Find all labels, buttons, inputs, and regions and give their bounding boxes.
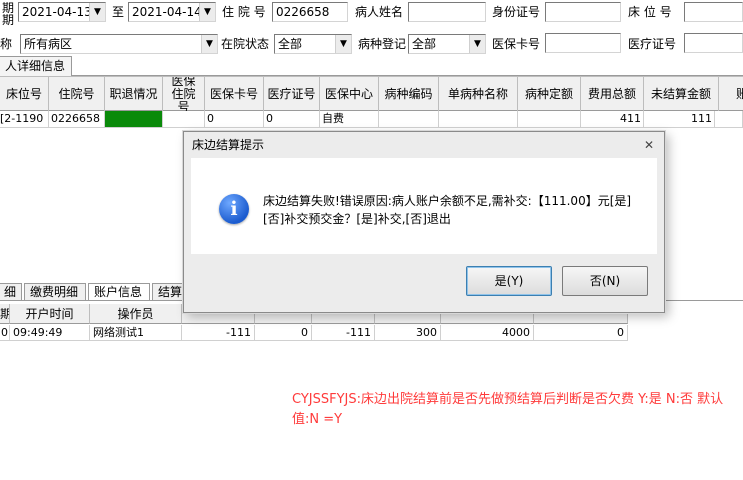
- bottom-col-period[interactable]: 期: [0, 304, 10, 324]
- in-hospital-status-label: 在院状态: [221, 37, 270, 51]
- insurance-card-input[interactable]: [545, 33, 621, 53]
- col-insurance-inpatient-no[interactable]: 医保住院号: [163, 77, 205, 111]
- bottom-cell-operator: 网络测试1: [90, 325, 182, 341]
- col-medical-cert[interactable]: 医疗证号: [264, 77, 320, 111]
- date-to-value: 2021-04-14: [132, 5, 202, 19]
- tab-payment-detail[interactable]: 缴费明细: [24, 283, 86, 301]
- col-insurance-center[interactable]: 医保中心: [320, 77, 379, 111]
- cell-disease-code: [379, 111, 439, 127]
- bottom-cell-v5: 4000: [441, 325, 534, 341]
- cell-total-fee: 411: [581, 111, 644, 127]
- cell-account: [715, 111, 743, 127]
- bottom-cell-period: 0: [0, 325, 10, 341]
- cell-bed-value: 2-1190: [4, 112, 44, 125]
- ward-value: 所有病区: [24, 37, 73, 51]
- bottom-cell-v4: 300: [375, 325, 441, 341]
- settlement-dialog: 床边结算提示 ✕ i 床边结算失败!错误原因:病人账户余额不足,需补交:【111…: [183, 131, 665, 313]
- cell-medical-cert: 0: [264, 111, 320, 127]
- config-note: CYJSSFYJS:床边出院结算前是否先做预结算后判断是否欠费 Y:是 N:否 …: [292, 392, 724, 427]
- cell-insurance-inpatient-no: [163, 111, 205, 127]
- disease-reg-select[interactable]: 全部 ▼: [408, 34, 486, 54]
- col-disease-code[interactable]: 病种编码: [379, 77, 439, 111]
- disease-reg-value: 全部: [412, 37, 437, 51]
- tab-detail[interactable]: 细: [0, 283, 22, 301]
- date-from-picker[interactable]: 2021-04-13 ▼: [18, 2, 106, 22]
- ward-label: 称: [0, 37, 13, 51]
- bed-no-input[interactable]: [684, 2, 743, 22]
- tab-patient-detail[interactable]: 人详细信息: [0, 56, 73, 76]
- dialog-title[interactable]: 床边结算提示: [184, 132, 664, 158]
- id-card-label: 身份证号: [492, 5, 541, 19]
- col-retire-status[interactable]: 职退情况: [105, 77, 163, 111]
- col-total-fee[interactable]: 费用总额: [581, 77, 644, 111]
- tab-account-info[interactable]: 账户信息: [88, 283, 150, 301]
- in-hospital-status-value: 全部: [278, 37, 303, 51]
- date-from-value: 2021-04-13: [22, 5, 92, 19]
- bottom-cell-v1: -111: [182, 325, 255, 341]
- cell-single-disease-name: [439, 111, 518, 127]
- to-label: 至: [112, 5, 125, 19]
- col-bed[interactable]: 床位号: [0, 77, 49, 111]
- date-to-picker[interactable]: 2021-04-14 ▼: [128, 2, 216, 22]
- cell-insurance-center: 自费: [320, 111, 379, 127]
- medical-cert-input[interactable]: [684, 33, 743, 53]
- bottom-cell-v6: 0: [534, 325, 628, 341]
- disease-reg-label: 病种登记: [358, 37, 407, 51]
- col-account[interactable]: 账: [719, 77, 743, 111]
- cell-disease-quota: [518, 111, 581, 127]
- medical-cert-label: 医疗证号: [628, 37, 677, 51]
- dialog-message: 床边结算失败!错误原因:病人账户余额不足,需补交:【111.00】元[是][否]…: [263, 194, 632, 226]
- id-card-input[interactable]: [545, 2, 621, 22]
- chevron-down-icon[interactable]: ▼: [199, 3, 215, 21]
- chevron-down-icon[interactable]: ▼: [469, 35, 485, 53]
- no-button[interactable]: 否(N): [562, 266, 648, 296]
- ward-select[interactable]: 所有病区 ▼: [20, 34, 218, 54]
- col-unsettled[interactable]: 未结算金额: [644, 77, 719, 111]
- dialog-body: i 床边结算失败!错误原因:病人账户余额不足,需补交:【111.00】元[是][…: [191, 158, 657, 254]
- inpatient-no-label: 住 院 号: [222, 5, 266, 19]
- col-insurance-card[interactable]: 医保卡号: [205, 77, 264, 111]
- insurance-card-label: 医保卡号: [492, 37, 541, 51]
- cell-retire-status: [105, 111, 163, 127]
- col-disease-quota[interactable]: 病种定额: [518, 77, 581, 111]
- table-row[interactable]: [2-1190 0226658 0 0 自费 411 111: [0, 111, 743, 128]
- in-hospital-status-select[interactable]: 全部 ▼: [274, 34, 352, 54]
- info-icon: i: [219, 194, 249, 224]
- bottom-cell-open-time: 09:49:49: [10, 325, 90, 341]
- cell-unsettled: 111: [644, 111, 715, 127]
- bottom-col-open-time[interactable]: 开户时间: [10, 304, 90, 324]
- patient-name-input[interactable]: [408, 2, 486, 22]
- bed-no-label: 床 位 号: [628, 5, 672, 19]
- date-label-bottom: 期: [2, 13, 15, 27]
- inpatient-no-input[interactable]: 0226658: [272, 2, 348, 22]
- col-inpatient-no[interactable]: 住院号: [49, 77, 105, 111]
- table-header: 床位号 住院号 职退情况 医保住院号 医保卡号 医疗证号 医保中心 病种编码 单…: [0, 76, 743, 111]
- bottom-cell-v2: 0: [255, 325, 312, 341]
- chevron-down-icon[interactable]: ▼: [335, 35, 351, 53]
- close-icon[interactable]: ✕: [642, 138, 656, 152]
- cell-insurance-card: 0: [205, 111, 264, 127]
- col-single-disease-name[interactable]: 单病种名称: [439, 77, 518, 111]
- bottom-cell-v3: -111: [312, 325, 375, 341]
- cell-inpatient-no: 0226658: [49, 111, 105, 127]
- bottom-col-operator[interactable]: 操作员: [90, 304, 182, 324]
- yes-button[interactable]: 是(Y): [466, 266, 552, 296]
- cell-bed: [2-1190: [0, 111, 49, 127]
- patient-name-label: 病人姓名: [355, 5, 404, 19]
- chevron-down-icon[interactable]: ▼: [89, 3, 105, 21]
- chevron-down-icon[interactable]: ▼: [201, 35, 217, 53]
